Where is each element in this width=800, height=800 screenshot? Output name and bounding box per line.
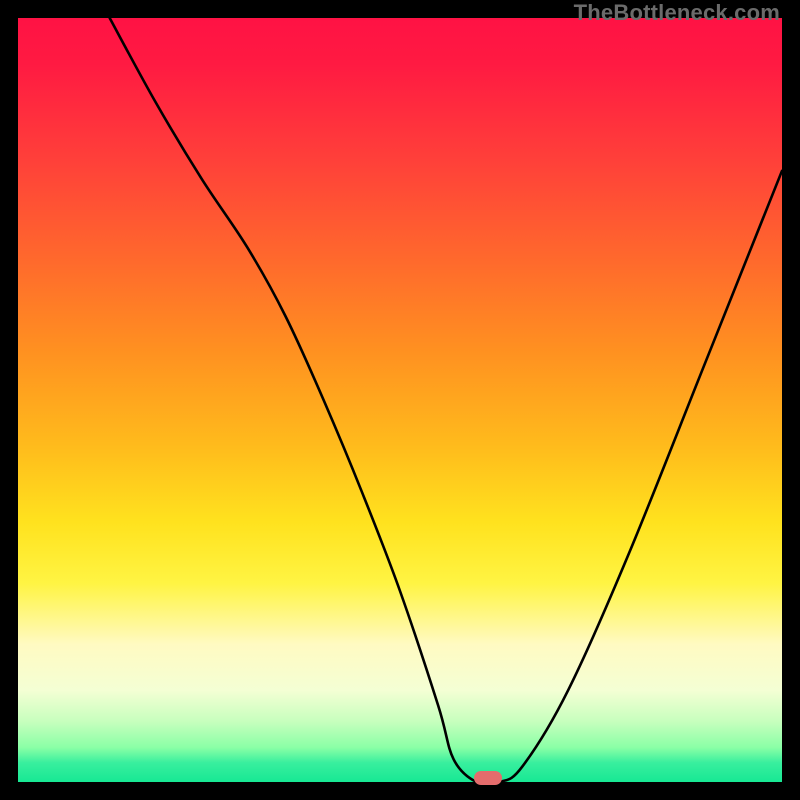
chart-frame: TheBottleneck.com [0, 0, 800, 800]
optimal-point-marker [474, 771, 502, 785]
attribution-link[interactable]: TheBottleneck.com [574, 0, 780, 26]
bottleneck-curve [18, 18, 782, 782]
